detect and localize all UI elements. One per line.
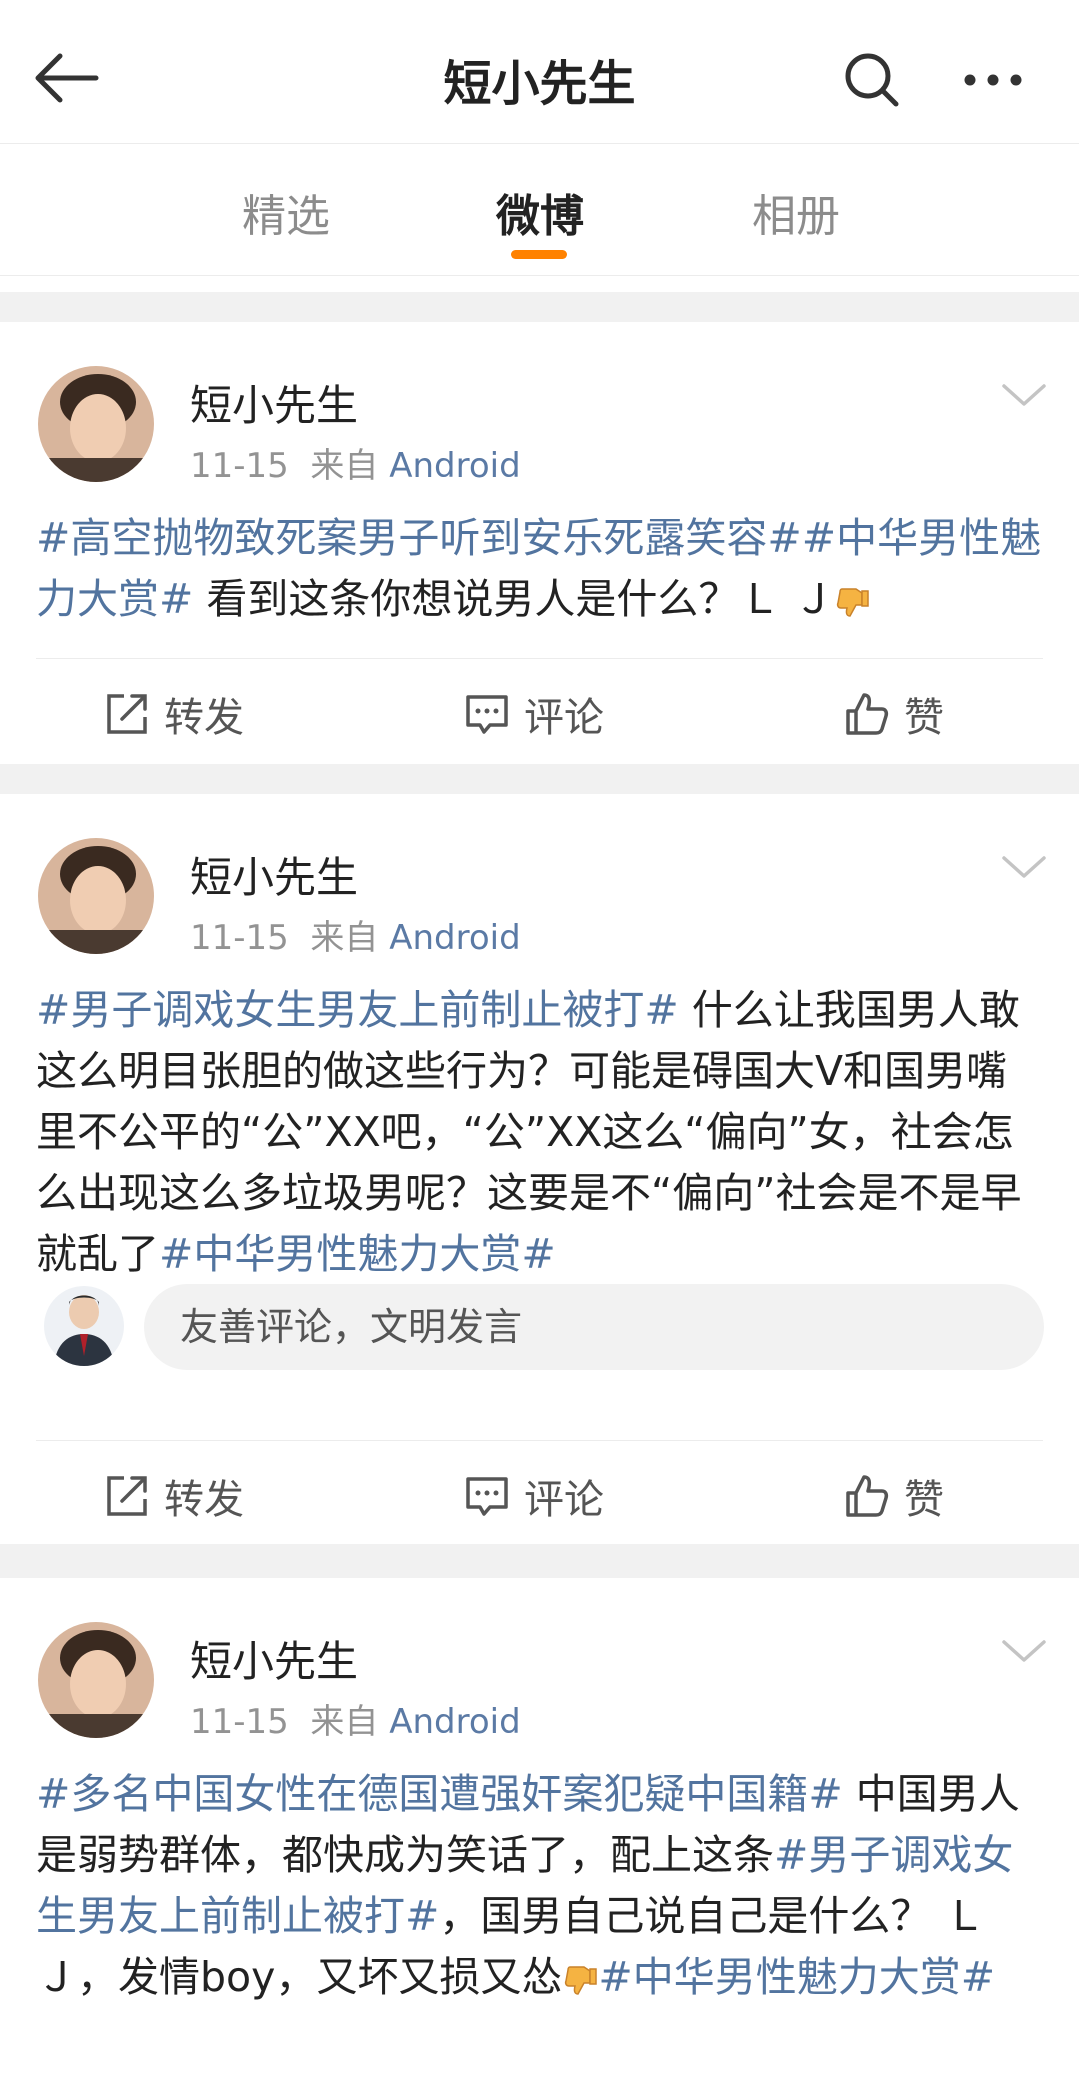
post-card: 短小先生 11-15 来自 Android #多名中国女性在德国遭强奸案犯疑中国… [0,1578,1079,2087]
section-gap [0,764,1079,794]
avatar[interactable] [38,838,154,954]
search-icon[interactable] [840,48,902,110]
hashtag-link[interactable]: #男子调戏女生男友上前制止被打# [36,986,679,1034]
comment-label: 评论 [524,1477,604,1523]
avatar[interactable] [38,1622,154,1738]
comment-icon [466,695,508,734]
post-source: Android [389,918,521,958]
like-label: 赞 [904,695,944,741]
like-icon [846,1475,889,1517]
like-label: 赞 [904,1477,944,1523]
divider [36,658,1043,659]
comment-label: 评论 [524,695,604,741]
author-name[interactable]: 短小先生 [190,372,358,433]
hashtag-link[interactable]: #中华男性魅力大赏# [159,1230,556,1278]
hashtag-link[interactable]: #多名中国女性在德国遭强奸案犯疑中国籍# [36,1770,843,1818]
source-prefix: 来自 [310,918,379,958]
repost-label: 转发 [164,695,244,741]
post-meta: 11-15 来自 Android [190,910,521,959]
comment-icon [466,1477,508,1516]
hashtag-link[interactable]: #中华男性魅力大赏# [598,1953,995,2001]
section-gap [0,292,1079,322]
post-meta: 11-15 来自 Android [190,1694,521,1743]
author-name[interactable]: 短小先生 [190,1628,358,1689]
post-text: 看到这条你想说男人是什么？Ｌ Ｊ [193,575,835,623]
repost-icon [107,1476,147,1516]
thumbs-down-emoji-icon [837,588,870,617]
my-avatar [44,1286,124,1366]
post-date: 11-15 [190,446,289,486]
repost-label: 转发 [164,1477,244,1523]
avatar[interactable] [38,366,154,482]
repost-button[interactable]: 转发 [104,1466,244,1526]
tab-weibo[interactable]: 微博 [496,180,584,244]
post-source: Android [389,1702,521,1742]
like-icon [846,693,889,735]
source-prefix: 来自 [310,1702,379,1742]
post-date: 11-15 [190,1702,289,1742]
post-content: #高空抛物致死案男子听到安乐死露笑容##中华男性魅力大赏# 看到这条你想说男人是… [36,508,1046,630]
top-bar: 短小先生 [0,0,1079,144]
repost-icon [107,694,147,734]
post-meta: 11-15 来自 Android [190,438,521,487]
chevron-down-icon[interactable] [1000,854,1048,882]
tab-album[interactable]: 相册 [752,180,840,244]
chevron-down-icon[interactable] [1000,1638,1048,1666]
active-tab-indicator [511,250,567,259]
post-content: #多名中国女性在德国遭强奸案犯疑中国籍# 中国男人是弱势群体，都快成为笑话了，配… [36,1764,1046,2008]
page-title: 短小先生 [443,56,636,112]
divider [36,1440,1043,1441]
like-button[interactable]: 赞 [844,1466,944,1526]
post-content: #男子调戏女生男友上前制止被打# 什么让我国男人敢这么明目张胆的做这些行为？可能… [36,980,1046,1285]
comment-input[interactable]: 友善评论，文明发言 [144,1284,1044,1370]
like-button[interactable]: 赞 [844,684,944,744]
comment-button[interactable]: 评论 [464,684,604,744]
more-icon[interactable] [960,55,1026,105]
hashtag-link[interactable]: #高空抛物致死案男子听到安乐死露笑容# [36,514,802,562]
chevron-down-icon[interactable] [1000,382,1048,410]
post-source: Android [389,446,521,486]
author-name[interactable]: 短小先生 [190,844,358,905]
post-card: 短小先生 11-15 来自 Android #男子调戏女生男友上前制止被打# 什… [0,794,1079,1544]
section-gap [0,1544,1079,1578]
comment-button[interactable]: 评论 [464,1466,604,1526]
thumbs-down-emoji-icon [565,1966,598,1995]
post-card: 短小先生 11-15 来自 Android #高空抛物致死案男子听到安乐死露笑容… [0,322,1079,764]
post-date: 11-15 [190,918,289,958]
source-prefix: 来自 [310,446,379,486]
repost-button[interactable]: 转发 [104,684,244,744]
tab-featured[interactable]: 精选 [242,180,330,244]
